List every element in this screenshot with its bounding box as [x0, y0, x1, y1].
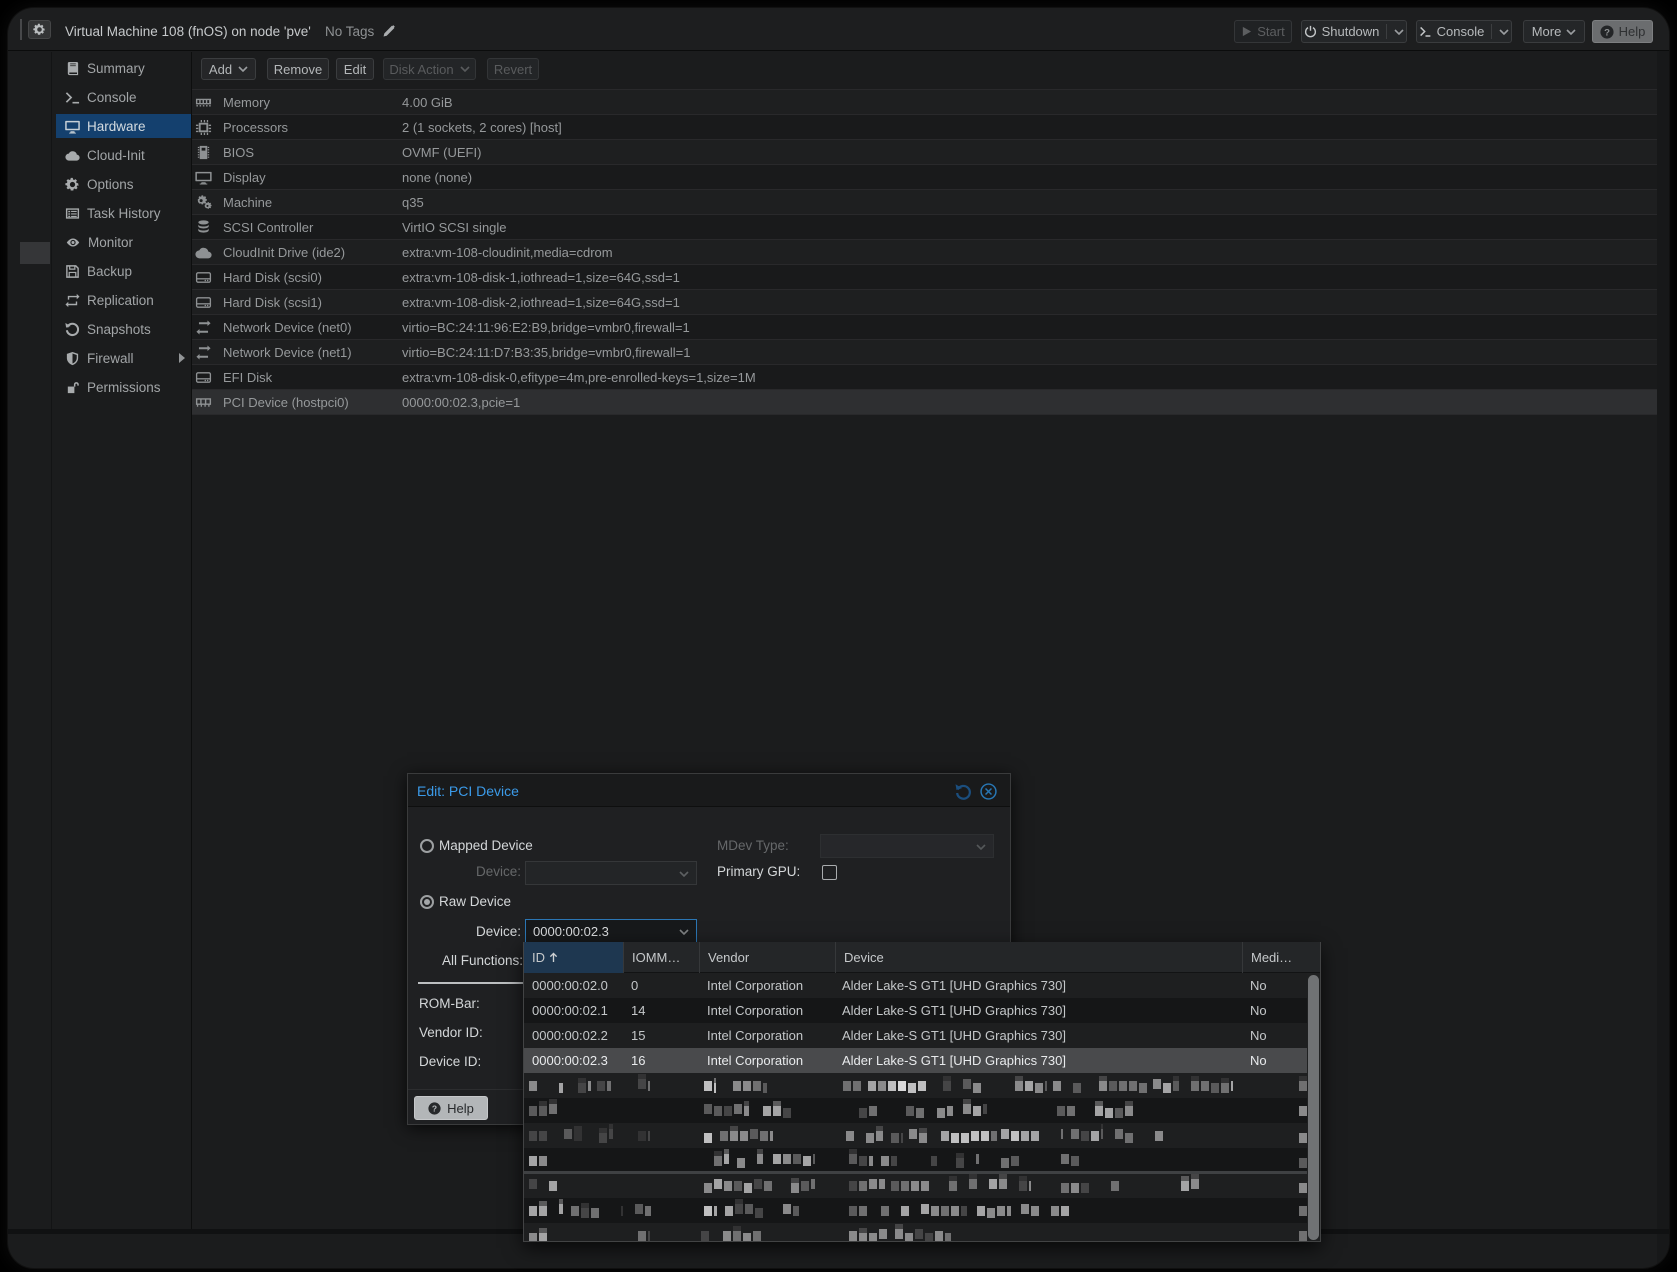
svg-text:?: ? [432, 1103, 437, 1113]
svg-text:?: ? [1604, 27, 1610, 38]
